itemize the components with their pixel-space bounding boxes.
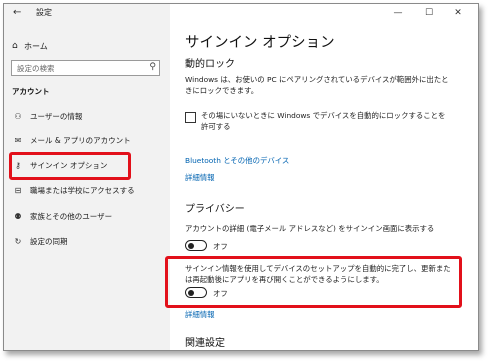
more-info-link-dynamic-lock[interactable]: 詳細情報 [185, 172, 215, 183]
back-arrow-icon[interactable]: ← [13, 8, 21, 18]
sidebar-item-label: 設定の同期 [30, 236, 68, 246]
briefcase-icon: ⊟ [14, 185, 22, 195]
section-label-account: アカウント [12, 87, 50, 96]
user-card-icon: ⚇ [14, 111, 22, 121]
mail-icon: ✉ [14, 135, 22, 145]
sync-icon: ↻ [14, 236, 22, 246]
sidebar-item-label: ユーザーの情報 [30, 111, 83, 121]
more-info-link-privacy[interactable]: 詳細情報 [185, 309, 215, 320]
account-details-label: アカウントの詳細 (電子メール アドレスなど) をサインイン画面に表示する [185, 224, 435, 233]
sidebar-item-family-users[interactable]: ⚉ 家族とその他のユーザー [8, 208, 158, 224]
dynamic-lock-checkbox-label: その場にいないときに Windows でデバイスを自動的にロックすることを許可す… [201, 111, 446, 131]
sidebar-item-your-info[interactable]: ⚇ ユーザーの情報 [8, 108, 158, 124]
highlight-box-signin-info [165, 256, 462, 308]
people-icon: ⚉ [14, 211, 22, 221]
page-title: サインイン オプション [185, 35, 335, 51]
dynamic-lock-heading: 動的ロック [185, 59, 235, 70]
home-icon: ⌂ [12, 41, 18, 51]
close-button[interactable]: ✕ [451, 7, 465, 19]
search-icon[interactable]: ⚲ [149, 62, 156, 72]
dynamic-lock-checkbox[interactable] [185, 112, 196, 123]
main-content: — ☐ ✕ サインイン オプション 動的ロック Windows は、お使いの P… [165, 4, 478, 350]
home-link[interactable]: ⌂ ホーム [12, 39, 48, 53]
sidebar-item-email-accounts[interactable]: ✉ メール & アプリのアカウント [8, 132, 158, 148]
sidebar-item-label: 職場または学校にアクセスする [30, 185, 135, 195]
bluetooth-devices-link[interactable]: Bluetooth とその他のデバイス [185, 155, 289, 166]
minimize-button[interactable]: — [391, 7, 405, 19]
title-bar: ← 設定 [4, 4, 170, 22]
privacy-heading: プライバシー [185, 204, 245, 215]
related-settings-heading: 関連設定 [185, 338, 225, 349]
account-details-toggle[interactable] [185, 240, 207, 251]
dynamic-lock-description: Windows は、お使いの PC にペアリングされているデバイスが範囲外に出た… [185, 75, 449, 95]
window-title: 設定 [36, 8, 52, 17]
sidebar-item-label: メール & アプリのアカウント [30, 135, 131, 145]
sidebar: ← 設定 ⌂ ホーム ⚲ アカウント ⚇ ユーザーの情報 ✉ メール & アプリ… [4, 4, 170, 350]
settings-search[interactable]: ⚲ [11, 60, 160, 76]
account-details-toggle-state: オフ [213, 242, 228, 251]
search-input[interactable] [12, 61, 143, 75]
settings-window: ← 設定 ⌂ ホーム ⚲ アカウント ⚇ ユーザーの情報 ✉ メール & アプリ… [3, 3, 479, 351]
toggle-knob [188, 242, 194, 249]
home-label: ホーム [24, 41, 48, 51]
sidebar-item-sync-settings[interactable]: ↻ 設定の同期 [8, 233, 158, 249]
sidebar-item-label: 家族とその他のユーザー [30, 211, 113, 221]
sidebar-item-work-school[interactable]: ⊟ 職場または学校にアクセスする [8, 182, 158, 198]
maximize-button[interactable]: ☐ [422, 7, 436, 19]
highlight-box-signin-nav [9, 152, 131, 180]
